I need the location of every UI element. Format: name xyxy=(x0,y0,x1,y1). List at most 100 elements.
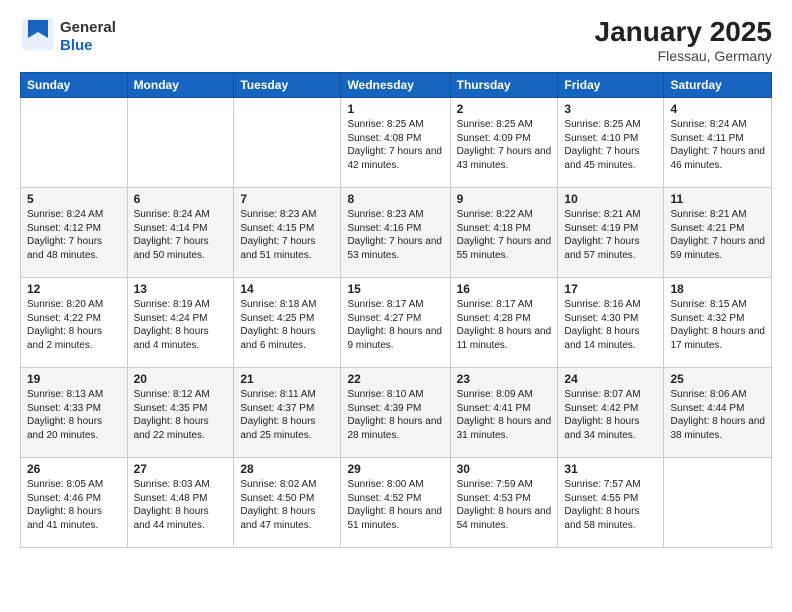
table-row: 13 Sunrise: 8:19 AM Sunset: 4:24 PM Dayli… xyxy=(127,278,234,368)
day-info: Sunrise: 8:22 AM Sunset: 4:18 PM Dayligh… xyxy=(457,208,552,262)
location-title: Flessau, Germany xyxy=(595,48,772,64)
day-number: 15 xyxy=(347,282,443,296)
table-row: 17 Sunrise: 8:16 AM Sunset: 4:30 PM Dayli… xyxy=(558,278,664,368)
logo: General Blue xyxy=(20,16,116,57)
day-info: Sunrise: 8:10 AM Sunset: 4:39 PM Dayligh… xyxy=(347,388,443,442)
day-number: 28 xyxy=(240,462,334,476)
day-number: 27 xyxy=(134,462,228,476)
table-row: 22 Sunrise: 8:10 AM Sunset: 4:39 PM Dayli… xyxy=(341,368,450,458)
day-number: 12 xyxy=(27,282,121,296)
table-row xyxy=(21,98,128,188)
table-row: 21 Sunrise: 8:11 AM Sunset: 4:37 PM Dayli… xyxy=(234,368,341,458)
day-number: 2 xyxy=(457,102,552,116)
table-row: 16Sunrise: 8:17 AM Sunset: 4:28 PM Dayli… xyxy=(450,278,558,368)
calendar-week-row: 12Sunrise: 8:20 AM Sunset: 4:22 PM Dayli… xyxy=(21,278,772,368)
day-info: Sunrise: 8:24 AM Sunset: 4:11 PM Dayligh… xyxy=(670,118,765,172)
table-row xyxy=(127,98,234,188)
day-info: Sunrise: 8:00 AM Sunset: 4:52 PM Dayligh… xyxy=(347,478,443,532)
day-number: 20 xyxy=(134,372,228,386)
header-saturday: Saturday xyxy=(664,73,772,98)
day-number: 18 xyxy=(670,282,765,296)
table-row xyxy=(234,98,341,188)
header: General Blue January 2025 Flessau, Germa… xyxy=(20,16,772,64)
table-row: 7 Sunrise: 8:23 AM Sunset: 4:15 PM Daylig… xyxy=(234,188,341,278)
day-info: Sunrise: 8:06 AM Sunset: 4:44 PM Dayligh… xyxy=(670,388,765,442)
day-info: Sunrise: 8:18 AM Sunset: 4:25 PM Dayligh… xyxy=(240,298,334,352)
day-number: 19 xyxy=(27,372,121,386)
day-info: Sunrise: 8:02 AM Sunset: 4:50 PM Dayligh… xyxy=(240,478,334,532)
table-row: 26 Sunrise: 8:05 AM Sunset: 4:46 PM Dayli… xyxy=(21,458,128,548)
table-row: 12Sunrise: 8:20 AM Sunset: 4:22 PM Dayli… xyxy=(21,278,128,368)
day-number: 26 xyxy=(27,462,121,476)
weekday-header-row: Sunday Monday Tuesday Wednesday Thursday… xyxy=(21,73,772,98)
table-row: 14 Sunrise: 8:18 AM Sunset: 4:25 PM Dayli… xyxy=(234,278,341,368)
day-number: 14 xyxy=(240,282,334,296)
table-row: 19Sunrise: 8:13 AM Sunset: 4:33 PM Dayli… xyxy=(21,368,128,458)
table-row: 1Sunrise: 8:25 AM Sunset: 4:08 PM Daylig… xyxy=(341,98,450,188)
table-row: 6Sunrise: 8:24 AM Sunset: 4:14 PM Daylig… xyxy=(127,188,234,278)
calendar-week-row: 26 Sunrise: 8:05 AM Sunset: 4:46 PM Dayli… xyxy=(21,458,772,548)
day-info: Sunrise: 8:03 AM Sunset: 4:48 PM Dayligh… xyxy=(134,478,228,532)
day-number: 22 xyxy=(347,372,443,386)
calendar-week-row: 1Sunrise: 8:25 AM Sunset: 4:08 PM Daylig… xyxy=(21,98,772,188)
day-number: 23 xyxy=(457,372,552,386)
day-number: 11 xyxy=(670,192,765,206)
day-info: Sunrise: 8:24 AM Sunset: 4:12 PM Dayligh… xyxy=(27,208,121,262)
day-info: Sunrise: 8:07 AM Sunset: 4:42 PM Dayligh… xyxy=(564,388,657,442)
day-number: 30 xyxy=(457,462,552,476)
day-info: Sunrise: 8:21 AM Sunset: 4:19 PM Dayligh… xyxy=(564,208,657,262)
header-thursday: Thursday xyxy=(450,73,558,98)
day-number: 10 xyxy=(564,192,657,206)
table-row: 30 Sunrise: 7:59 AM Sunset: 4:53 PM Dayli… xyxy=(450,458,558,548)
table-row: 23 Sunrise: 8:09 AM Sunset: 4:41 PM Dayli… xyxy=(450,368,558,458)
day-info: Sunrise: 8:11 AM Sunset: 4:37 PM Dayligh… xyxy=(240,388,334,442)
day-info: Sunrise: 8:23 AM Sunset: 4:15 PM Dayligh… xyxy=(240,208,334,262)
logo-icon xyxy=(20,16,56,57)
table-row: 24 Sunrise: 8:07 AM Sunset: 4:42 PM Dayli… xyxy=(558,368,664,458)
table-row xyxy=(664,458,772,548)
day-info: Sunrise: 8:05 AM Sunset: 4:46 PM Dayligh… xyxy=(27,478,121,532)
table-row: 28 Sunrise: 8:02 AM Sunset: 4:50 PM Dayli… xyxy=(234,458,341,548)
day-number: 17 xyxy=(564,282,657,296)
header-monday: Monday xyxy=(127,73,234,98)
table-row: 27 Sunrise: 8:03 AM Sunset: 4:48 PM Dayli… xyxy=(127,458,234,548)
table-row: 5Sunrise: 8:24 AM Sunset: 4:12 PM Daylig… xyxy=(21,188,128,278)
day-info: Sunrise: 8:25 AM Sunset: 4:10 PM Dayligh… xyxy=(564,118,657,172)
day-info: Sunrise: 8:16 AM Sunset: 4:30 PM Dayligh… xyxy=(564,298,657,352)
header-sunday: Sunday xyxy=(21,73,128,98)
calendar-week-row: 5Sunrise: 8:24 AM Sunset: 4:12 PM Daylig… xyxy=(21,188,772,278)
day-info: Sunrise: 8:12 AM Sunset: 4:35 PM Dayligh… xyxy=(134,388,228,442)
calendar: Sunday Monday Tuesday Wednesday Thursday… xyxy=(20,72,772,548)
day-info: Sunrise: 8:25 AM Sunset: 4:08 PM Dayligh… xyxy=(347,118,443,172)
table-row: 11Sunrise: 8:21 AM Sunset: 4:21 PM Dayli… xyxy=(664,188,772,278)
day-number: 25 xyxy=(670,372,765,386)
day-number: 16 xyxy=(457,282,552,296)
day-info: Sunrise: 8:09 AM Sunset: 4:41 PM Dayligh… xyxy=(457,388,552,442)
day-number: 13 xyxy=(134,282,228,296)
table-row: 9Sunrise: 8:22 AM Sunset: 4:18 PM Daylig… xyxy=(450,188,558,278)
day-info: Sunrise: 8:25 AM Sunset: 4:09 PM Dayligh… xyxy=(457,118,552,172)
table-row: 29Sunrise: 8:00 AM Sunset: 4:52 PM Dayli… xyxy=(341,458,450,548)
title-block: January 2025 Flessau, Germany xyxy=(595,16,772,64)
table-row: 4Sunrise: 8:24 AM Sunset: 4:11 PM Daylig… xyxy=(664,98,772,188)
day-number: 21 xyxy=(240,372,334,386)
day-number: 31 xyxy=(564,462,657,476)
table-row: 25 Sunrise: 8:06 AM Sunset: 4:44 PM Dayli… xyxy=(664,368,772,458)
day-number: 8 xyxy=(347,192,443,206)
table-row: 31Sunrise: 7:57 AM Sunset: 4:55 PM Dayli… xyxy=(558,458,664,548)
header-friday: Friday xyxy=(558,73,664,98)
day-info: Sunrise: 8:24 AM Sunset: 4:14 PM Dayligh… xyxy=(134,208,228,262)
table-row: 15 Sunrise: 8:17 AM Sunset: 4:27 PM Dayli… xyxy=(341,278,450,368)
day-info: Sunrise: 8:19 AM Sunset: 4:24 PM Dayligh… xyxy=(134,298,228,352)
day-number: 24 xyxy=(564,372,657,386)
table-row: 8 Sunrise: 8:23 AM Sunset: 4:16 PM Daylig… xyxy=(341,188,450,278)
table-row: 3Sunrise: 8:25 AM Sunset: 4:10 PM Daylig… xyxy=(558,98,664,188)
day-number: 7 xyxy=(240,192,334,206)
header-wednesday: Wednesday xyxy=(341,73,450,98)
day-info: Sunrise: 8:23 AM Sunset: 4:16 PM Dayligh… xyxy=(347,208,443,262)
day-info: Sunrise: 8:15 AM Sunset: 4:32 PM Dayligh… xyxy=(670,298,765,352)
day-info: Sunrise: 8:17 AM Sunset: 4:27 PM Dayligh… xyxy=(347,298,443,352)
day-info: Sunrise: 7:59 AM Sunset: 4:53 PM Dayligh… xyxy=(457,478,552,532)
table-row: 20 Sunrise: 8:12 AM Sunset: 4:35 PM Dayli… xyxy=(127,368,234,458)
month-title: January 2025 xyxy=(595,16,772,48)
